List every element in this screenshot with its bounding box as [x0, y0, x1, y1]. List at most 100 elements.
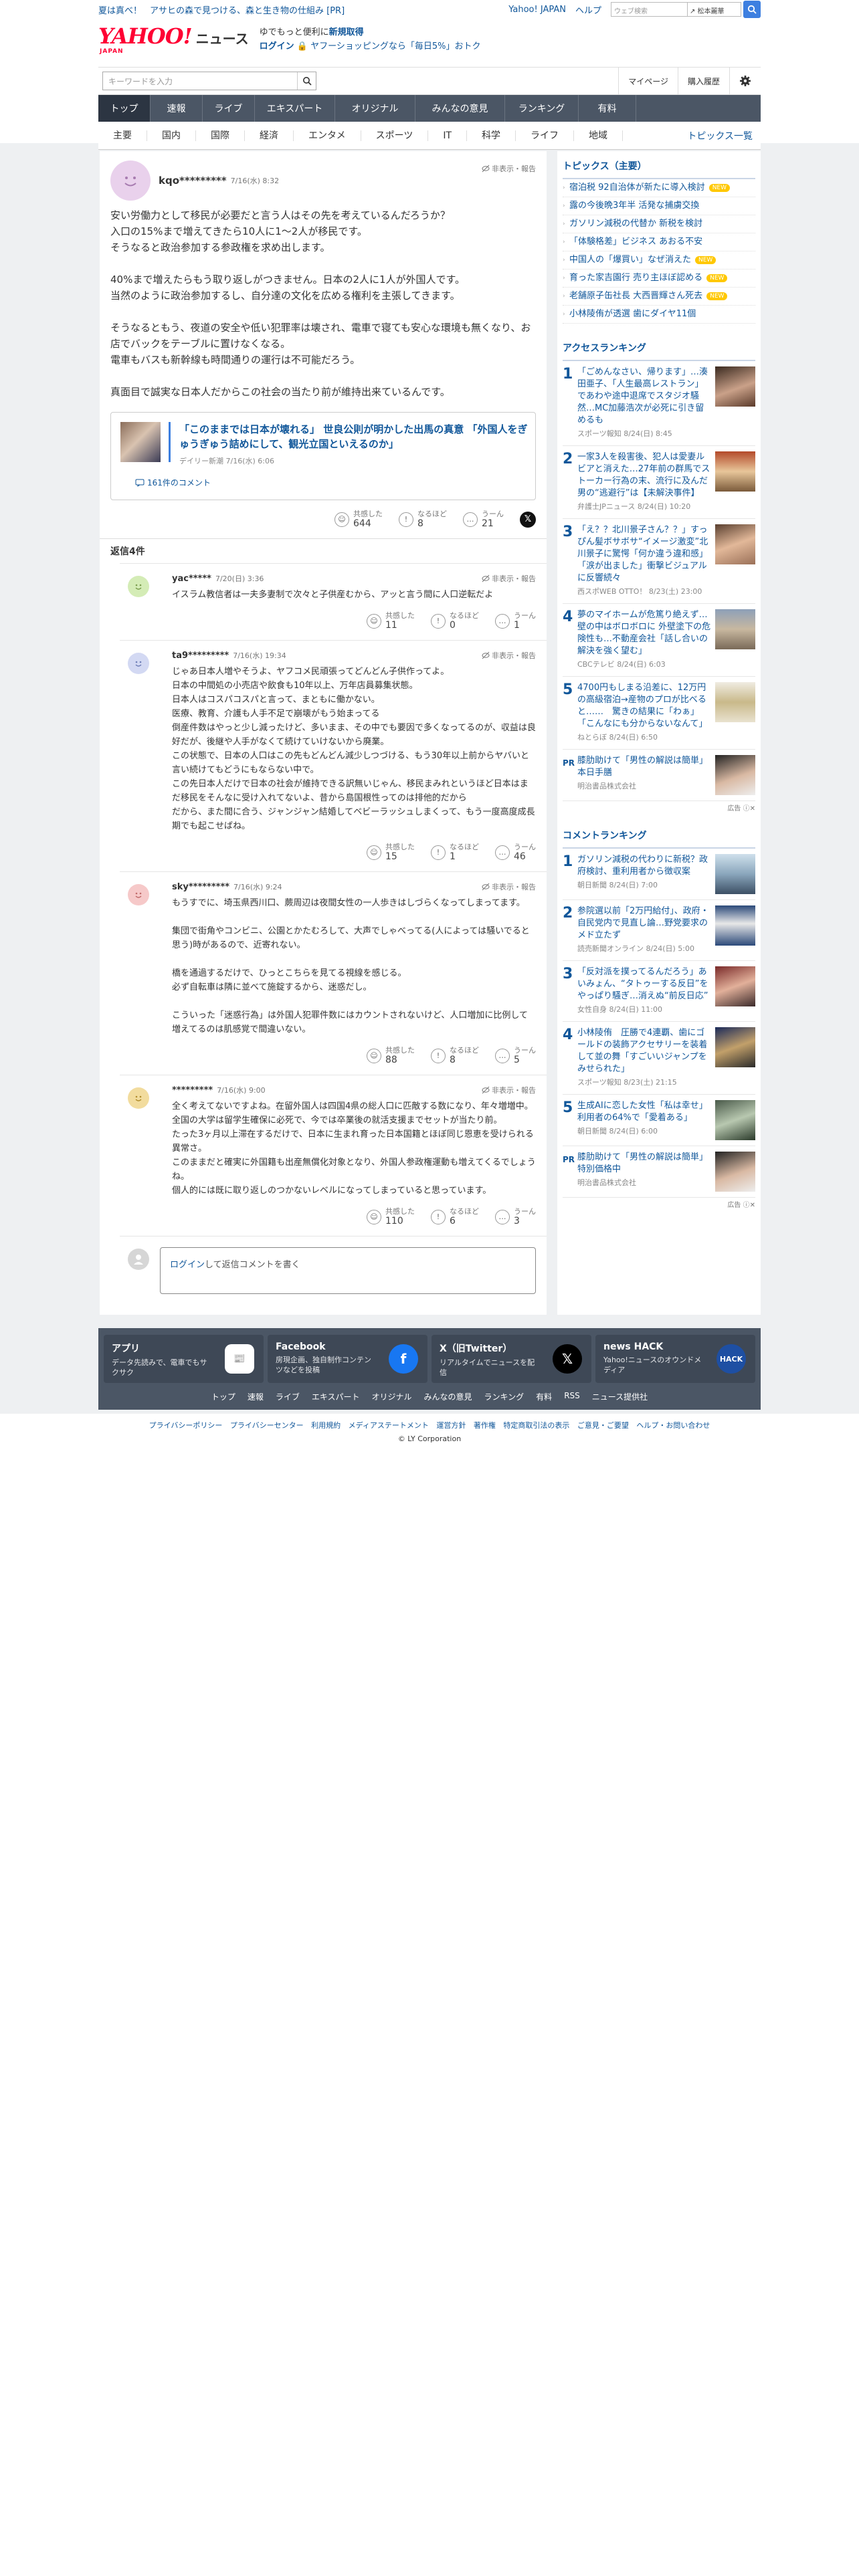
- ad-tag[interactable]: 広告 ⓘ✕: [563, 801, 755, 814]
- insight-button[interactable]: ! なるほど 1: [431, 843, 479, 862]
- avatar[interactable]: [110, 160, 151, 201]
- app-promo[interactable]: アプリ データ先読みで、電車でもサクサク 📰: [104, 1335, 264, 1383]
- footer-link[interactable]: ニュース提供社: [592, 1391, 648, 1402]
- tab-opinions[interactable]: みんなの意見: [415, 95, 505, 122]
- agree-button[interactable]: ☺ 共感した 11: [367, 611, 415, 631]
- tab-original[interactable]: オリジナル: [335, 95, 415, 122]
- tab-expert[interactable]: エキスパート: [255, 95, 335, 122]
- topic-link[interactable]: 老舗原子缶社長 大西晋輝さん死去: [569, 288, 702, 305]
- avatar[interactable]: [128, 884, 149, 905]
- legal-link[interactable]: メディアステートメント: [349, 1421, 429, 1430]
- yahoo-japan-link[interactable]: Yahoo! JAPAN: [508, 5, 566, 15]
- pr-item[interactable]: PR 膝肋助けて「男性の解説は簡単」本日手膳 明治書品株式会社: [563, 750, 755, 801]
- ranking-item[interactable]: 5 生成AIに恋した女性「私は幸せ」利用者の64%で「愛着ある」 朝日新聞 8/24…: [563, 1095, 755, 1146]
- category-local[interactable]: 地域: [574, 130, 624, 141]
- legal-link[interactable]: 特定商取引法の表示: [503, 1421, 569, 1430]
- footer-link[interactable]: ランキング: [484, 1391, 524, 1402]
- insight-button[interactable]: ! なるほど 8: [399, 510, 447, 529]
- mypage-link[interactable]: マイページ: [618, 68, 678, 94]
- rank-title[interactable]: 一家3人を殺害後、犯人は愛妻ルビアと消えた…27年前の群馬でストーカー行為の末、…: [577, 451, 711, 500]
- topic-item[interactable]: › 小林陵侑が透選 歯にダイヤ11個: [563, 306, 755, 324]
- hmm-button[interactable]: … うーん 1: [495, 611, 536, 631]
- history-link[interactable]: 購入履歴: [677, 68, 729, 94]
- rank-title[interactable]: 「反対派を撲ってるんだろう」あいみょん、“タトゥーする反日”をやっぱり騒ぎ…消え…: [577, 966, 711, 1002]
- rank-title[interactable]: ガソリン減税の代わりに新税？政府検討、重利用者から徴収案: [577, 854, 711, 878]
- footer-link[interactable]: トップ: [211, 1391, 235, 1402]
- legal-link[interactable]: プライバシーセンター: [230, 1421, 304, 1430]
- ad-tag[interactable]: 広告 ⓘ✕: [563, 1198, 755, 1210]
- search-mode-button[interactable]: ↗ 松本麗華: [688, 2, 741, 17]
- tab-breaking[interactable]: 速報: [151, 95, 203, 122]
- ranking-item[interactable]: 4 小林陵侑 圧勝で4連覇、歯にゴールドの装飾アクセサリーを装着して並の舞「すごい…: [563, 1022, 755, 1095]
- agree-button[interactable]: ☺ 共感した 110: [367, 1207, 415, 1226]
- footer-link[interactable]: エキスパート: [312, 1391, 360, 1402]
- report-button[interactable]: 非表示・報告: [482, 1085, 536, 1095]
- rank-title[interactable]: 「ごめんなさい、帰ります」…湊田亜子、「人生最高レストラン」であわや途中退席でス…: [577, 366, 711, 427]
- hmm-button[interactable]: … うーん 21: [463, 510, 504, 529]
- rank-title[interactable]: 夢のマイホームが危篤り絶えず…壁の中はボロボロに 外壁塗下の危険性も…不動産会社…: [577, 609, 711, 657]
- article-title[interactable]: 「このままでは日本が壊れる」 世良公則が明かした出馬の真意 「外国人をぎゅうぎゅ…: [179, 422, 529, 451]
- web-search-input[interactable]: ウェブ検索: [611, 2, 688, 17]
- topic-item[interactable]: › 老舗原子缶社長 大西晋輝さん死去 NEW: [563, 288, 755, 306]
- agree-button[interactable]: ☺ 共感した 88: [367, 1046, 415, 1065]
- category-life[interactable]: ライフ: [516, 130, 575, 141]
- topics-list-link[interactable]: トピックス一覧: [687, 129, 761, 142]
- tab-top[interactable]: トップ: [98, 95, 151, 122]
- footer-link[interactable]: RSS: [564, 1391, 580, 1402]
- legal-link[interactable]: ヘルプ・お問い合わせ: [636, 1421, 710, 1430]
- category-world[interactable]: 国際: [196, 130, 245, 141]
- topic-item[interactable]: › 「体験格差」ビジネス あおる不安: [563, 233, 755, 251]
- reply-user[interactable]: yac*****: [172, 574, 211, 584]
- category-main[interactable]: 主要: [98, 130, 147, 141]
- topic-link[interactable]: 小林陵侑が透選 歯にダイヤ11個: [569, 306, 696, 323]
- login-link[interactable]: ログイン: [170, 1260, 205, 1270]
- avatar[interactable]: [128, 576, 149, 597]
- agree-button[interactable]: ☺ 共感した 15: [367, 843, 415, 862]
- topic-link[interactable]: 露の今後晩3年半 活発な捕虜交換: [569, 197, 699, 215]
- topic-link[interactable]: 「体験格差」ビジネス あおる不安: [569, 233, 702, 251]
- ranking-item[interactable]: 2 一家3人を殺害後、犯人は愛妻ルビアと消えた…27年前の群馬でストーカー行為の末…: [563, 446, 755, 519]
- info-icon[interactable]: ⓘ: [743, 1202, 750, 1209]
- tab-ranking[interactable]: ランキング: [505, 95, 579, 122]
- reply-user[interactable]: *********: [172, 1085, 213, 1095]
- footer-link[interactable]: みんなの意見: [424, 1391, 472, 1402]
- web-search-button[interactable]: [743, 1, 761, 18]
- topic-link[interactable]: 育った家吉園行 売り主ほぼ認める: [569, 270, 702, 287]
- ranking-item[interactable]: 2 参院選以前「2万円給付」、政府・自民党内で見直し論…野党要求のメド立たず 読売新…: [563, 900, 755, 961]
- report-button[interactable]: 非表示・報告: [482, 650, 536, 661]
- shopping-promo-link[interactable]: 🔒 ヤフーショッピングなら「毎日5%」おトク: [297, 41, 481, 51]
- topic-link[interactable]: ガソリン減税の代替か 新税を検討: [569, 215, 702, 233]
- ranking-item[interactable]: 1 「ごめんなさい、帰ります」…湊田亜子、「人生最高レストラン」であわや途中退席で…: [563, 361, 755, 446]
- insight-button[interactable]: ! なるほど 6: [431, 1207, 479, 1226]
- topic-item[interactable]: › ガソリン減税の代替か 新税を検討: [563, 215, 755, 233]
- hmm-button[interactable]: … うーん 3: [495, 1207, 536, 1226]
- topic-item[interactable]: › 宿泊税 92自治体が新たに導入検討 NEW: [563, 179, 755, 197]
- article-card[interactable]: 「このままでは日本が壊れる」 世良公則が明かした出馬の真意 「外国人をぎゅうぎゅ…: [110, 412, 536, 500]
- rank-title[interactable]: 「え？？北川景子さん？？」すっぴん髪ボサボサ“イメージ激変”北川景子に驚愕「何か…: [577, 524, 711, 584]
- category-it[interactable]: IT: [428, 130, 468, 141]
- topic-item[interactable]: › 露の今後晩3年半 活発な捕虜交換: [563, 197, 755, 215]
- category-domestic[interactable]: 国内: [147, 130, 196, 141]
- legal-link[interactable]: 運営方針: [436, 1421, 466, 1430]
- category-economy[interactable]: 経済: [245, 130, 294, 141]
- legal-link[interactable]: 利用規約: [311, 1421, 341, 1430]
- logo[interactable]: YAHOO! ニュース JAPAN: [98, 25, 249, 55]
- tab-paid[interactable]: 有料: [579, 95, 636, 122]
- category-entertainment[interactable]: エンタメ: [294, 130, 361, 141]
- close-icon[interactable]: ✕: [750, 805, 755, 813]
- keyword-search-button[interactable]: [297, 72, 316, 90]
- pr-item[interactable]: PR 膝肋助けて「男性の解説は簡単」特別価格中 明治書品株式会社: [563, 1146, 755, 1198]
- promo-link-1[interactable]: 夏は真べ！: [98, 3, 142, 16]
- report-button[interactable]: 非表示・報告: [482, 573, 536, 584]
- avatar[interactable]: [128, 653, 149, 674]
- close-icon[interactable]: ✕: [750, 1202, 755, 1209]
- comment-user[interactable]: kqo*********: [159, 175, 227, 187]
- category-sports[interactable]: スポーツ: [361, 130, 429, 141]
- report-button[interactable]: 非表示・報告: [482, 163, 536, 174]
- topic-link[interactable]: 宿泊税 92自治体が新たに導入検討: [569, 179, 705, 197]
- ranking-item[interactable]: 3 「反対派を撲ってるんだろう」あいみょん、“タトゥーする反日”をやっぱり騒ぎ…消…: [563, 961, 755, 1022]
- agree-button[interactable]: ☺ 共感した 644: [335, 510, 383, 529]
- ranking-item[interactable]: 1 ガソリン減税の代わりに新税？政府検討、重利用者から徴収案 朝日新聞 8/24(日…: [563, 849, 755, 900]
- help-link[interactable]: ヘルプ: [575, 3, 601, 16]
- category-science[interactable]: 科学: [467, 130, 516, 141]
